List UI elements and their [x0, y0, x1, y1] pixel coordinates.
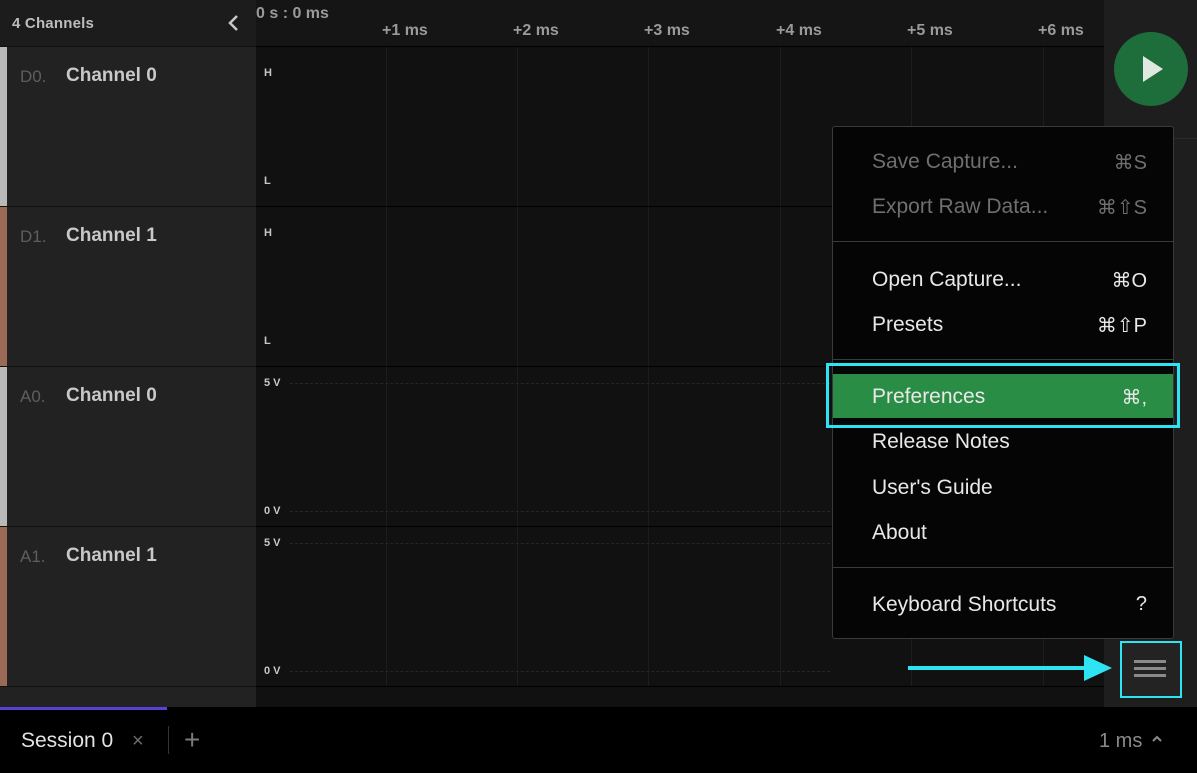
voltage-max-line: [290, 543, 830, 544]
channel-id: A1.: [20, 547, 46, 566]
channel-color-strip: [0, 207, 7, 366]
time-tick-label: +1 ms: [382, 22, 428, 39]
hamburger-menu-icon: [1134, 674, 1166, 677]
zoom-level[interactable]: 1 ms: [1099, 730, 1142, 753]
bottom-bar: [0, 707, 1197, 773]
voltage-max-label: 5 V: [264, 537, 281, 549]
channel-row[interactable]: D1. Channel 1: [0, 207, 256, 367]
channel-color-strip: [0, 367, 7, 526]
channel-color-strip: [0, 527, 7, 686]
annotation-arrow-head: [1084, 655, 1112, 681]
menu-item-shortcut: ⌘⇧P: [1096, 315, 1147, 337]
close-icon[interactable]: ×: [132, 730, 144, 753]
voltage-max-label: 5 V: [264, 377, 281, 389]
voltage-min-line: [290, 671, 830, 672]
level-low-label: L: [264, 335, 271, 347]
menu-item-label: User's Guide: [872, 476, 993, 499]
menu-item-about[interactable]: About: [833, 510, 1173, 554]
menu-item-label: Keyboard Shortcuts: [872, 593, 1057, 616]
menu-divider: [833, 241, 1173, 242]
time-ruler[interactable]: 0 s : 0 ms +1 ms +2 ms +3 ms +4 ms +5 ms…: [256, 0, 1104, 47]
voltage-min-label: 0 V: [264, 505, 281, 517]
menu-item-keyboard-shortcuts[interactable]: Keyboard Shortcuts ?: [833, 582, 1173, 626]
channel-name[interactable]: Channel 1: [66, 545, 157, 567]
channel-id: D1.: [20, 227, 47, 246]
voltage-max-line: [290, 383, 830, 384]
hamburger-menu-icon: [1134, 660, 1166, 663]
grid-line: [648, 47, 649, 687]
grid-line: [517, 47, 518, 687]
menu-item-label: About: [872, 521, 927, 544]
menu-item-shortcut: ⌘S: [1113, 152, 1147, 174]
channel-color-strip: [0, 47, 7, 206]
menu-item-save-capture[interactable]: Save Capture... ⌘S: [833, 139, 1173, 183]
menu-item-shortcut: ?: [1135, 593, 1147, 615]
active-tab-indicator: [0, 707, 167, 710]
menu-item-open-capture[interactable]: Open Capture... ⌘O: [833, 257, 1173, 301]
time-tick-label: +4 ms: [776, 22, 822, 39]
channel-row[interactable]: A1. Channel 1: [0, 527, 256, 687]
annotation-arrow: [908, 666, 1088, 670]
menu-item-users-guide[interactable]: User's Guide: [833, 465, 1173, 509]
grid-line: [780, 47, 781, 687]
menu-divider: [833, 567, 1173, 568]
channel-name[interactable]: Channel 0: [66, 385, 157, 407]
menu-item-label: Release Notes: [872, 430, 1010, 453]
time-tick-label: +6 ms: [1038, 22, 1084, 39]
channel-count-title: 4 Channels: [12, 15, 95, 32]
menu-item-label: Export Raw Data...: [872, 195, 1049, 218]
channel-name[interactable]: Channel 0: [66, 65, 157, 87]
channel-row[interactable]: D0. Channel 0: [0, 47, 256, 207]
channel-name[interactable]: Channel 1: [66, 225, 157, 247]
time-origin-label: 0 s : 0 ms: [256, 5, 329, 22]
tab-divider: [168, 726, 169, 754]
time-tick-label: +5 ms: [907, 22, 953, 39]
hamburger-menu-icon: [1134, 667, 1166, 670]
channel-row[interactable]: A0. Channel 0: [0, 367, 256, 527]
menu-item-presets[interactable]: Presets ⌘⇧P: [833, 302, 1173, 346]
time-tick-label: +2 ms: [513, 22, 559, 39]
row-divider: [256, 686, 1104, 687]
level-high-label: H: [264, 227, 272, 239]
menu-divider: [833, 359, 1173, 360]
time-tick-label: +3 ms: [644, 22, 690, 39]
channel-id: D0.: [20, 67, 47, 86]
menu-item-shortcut: ⌘⇧S: [1096, 197, 1147, 219]
highlight-box: [826, 363, 1180, 428]
menu-item-label: Presets: [872, 313, 944, 336]
voltage-min-line: [290, 511, 830, 512]
chevron-left-icon[interactable]: [226, 12, 242, 34]
menu-item-label: Open Capture...: [872, 268, 1022, 291]
play-icon: [1143, 56, 1163, 82]
add-session-button[interactable]: +: [184, 724, 200, 756]
level-high-label: H: [264, 67, 272, 79]
channel-id: A0.: [20, 387, 46, 406]
voltage-min-label: 0 V: [264, 665, 281, 677]
chevron-up-icon[interactable]: [1151, 731, 1163, 749]
grid-line: [386, 47, 387, 687]
menu-item-export-raw-data[interactable]: Export Raw Data... ⌘⇧S: [833, 184, 1173, 228]
menu-item-shortcut: ⌘O: [1111, 270, 1147, 292]
level-low-label: L: [264, 175, 271, 187]
session-tab[interactable]: Session 0: [21, 729, 113, 753]
menu-item-label: Save Capture...: [872, 150, 1018, 173]
